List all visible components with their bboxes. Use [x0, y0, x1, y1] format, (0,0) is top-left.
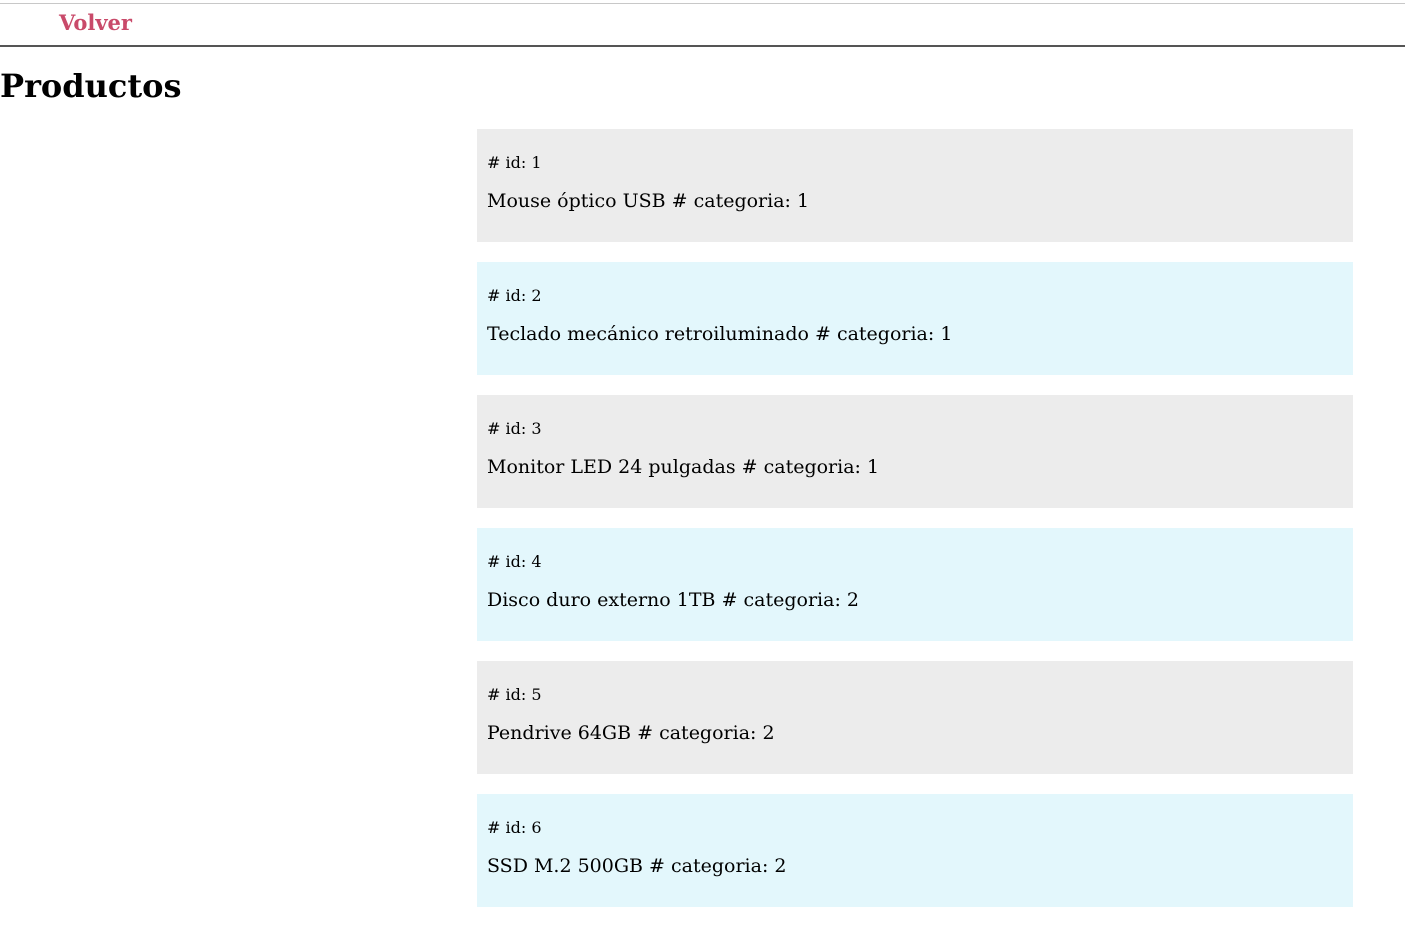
product-description: Disco duro externo 1TB # categoria: 2 — [487, 588, 1343, 612]
product-id: # id: 4 — [487, 552, 542, 571]
product-description: SSD M.2 500GB # categoria: 2 — [487, 854, 1343, 878]
product-id: # id: 5 — [487, 685, 542, 704]
product-category: # categoria: 2 — [649, 855, 787, 877]
product-card: # id: 4 Disco duro externo 1TB # categor… — [477, 528, 1353, 641]
page-title: Productos — [0, 67, 182, 105]
product-list: # id: 1 Mouse óptico USB # categoria: 1 … — [477, 129, 1353, 927]
product-name: Monitor LED 24 pulgadas — [487, 456, 736, 478]
product-category: # categoria: 2 — [721, 589, 859, 611]
product-description: Mouse óptico USB # categoria: 1 — [487, 189, 1343, 213]
product-category: # categoria: 1 — [814, 323, 953, 345]
product-description: Teclado mecánico retroiluminado # catego… — [487, 322, 1343, 346]
product-category: # categoria: 1 — [671, 190, 810, 212]
product-card: # id: 3 Monitor LED 24 pulgadas # catego… — [477, 395, 1353, 508]
product-name: Mouse óptico USB — [487, 190, 666, 212]
product-card: # id: 2 Teclado mecánico retroiluminado … — [477, 262, 1353, 375]
product-id: # id: 2 — [487, 286, 542, 305]
product-card: # id: 6 SSD M.2 500GB # categoria: 2 — [477, 794, 1353, 907]
top-nav-bar: Volver — [0, 3, 1405, 47]
product-name: Pendrive 64GB — [487, 722, 632, 744]
product-description: Pendrive 64GB # categoria: 2 — [487, 721, 1343, 745]
product-name: SSD M.2 500GB — [487, 855, 643, 877]
product-description: Monitor LED 24 pulgadas # categoria: 1 — [487, 455, 1343, 479]
product-name: Disco duro externo 1TB — [487, 589, 716, 611]
product-id: # id: 3 — [487, 419, 542, 438]
product-id: # id: 1 — [487, 153, 542, 172]
product-card: # id: 1 Mouse óptico USB # categoria: 1 — [477, 129, 1353, 242]
product-name: Teclado mecánico retroiluminado — [487, 323, 809, 345]
product-category: # categoria: 2 — [637, 722, 775, 744]
back-link[interactable]: Volver — [59, 10, 132, 35]
product-category: # categoria: 1 — [741, 456, 880, 478]
product-card: # id: 5 Pendrive 64GB # categoria: 2 — [477, 661, 1353, 774]
product-id: # id: 6 — [487, 818, 542, 837]
